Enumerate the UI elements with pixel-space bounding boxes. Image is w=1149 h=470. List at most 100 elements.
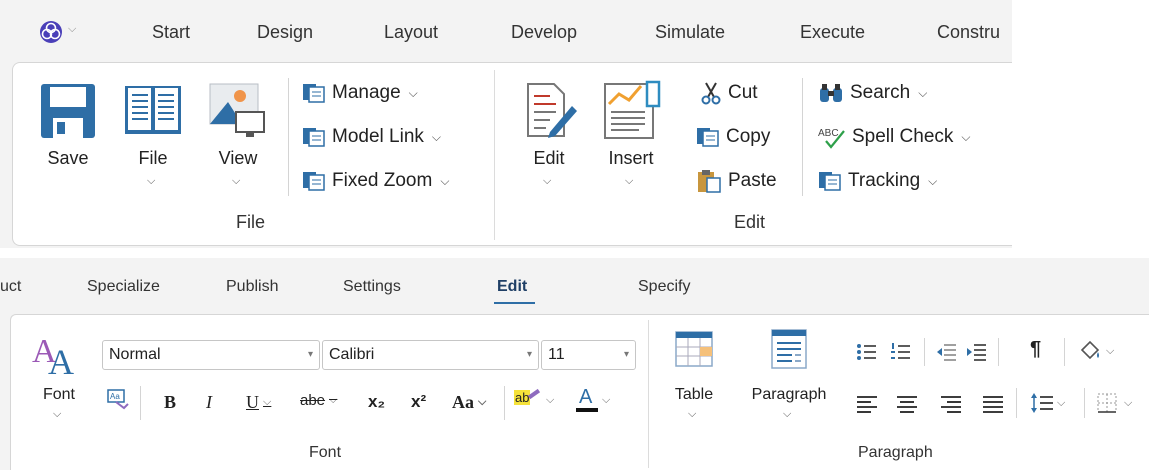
justify-button[interactable] (982, 394, 1004, 419)
line-spacing-icon (1031, 393, 1053, 413)
font-color-button[interactable]: A ⌵ (576, 386, 610, 414)
dropdown-arrow-icon: ▾ (307, 349, 313, 360)
subscript-button[interactable]: x₂ (368, 392, 385, 412)
font-button-label: Font (42, 386, 75, 403)
file-button[interactable]: File ⌵ (118, 78, 188, 188)
spell-check-button[interactable]: ABC Spell Check ⌵ (818, 122, 971, 152)
model-link-button[interactable]: Model Link ⌵ (302, 122, 441, 152)
copy-label: Copy (726, 126, 771, 147)
tab-design[interactable]: Design (257, 22, 313, 43)
tab-develop[interactable]: Develop (511, 22, 577, 43)
pilcrow-label: ¶ (1030, 338, 1042, 360)
align-center-button[interactable] (896, 394, 918, 419)
align-right-button[interactable] (940, 394, 962, 419)
font-button[interactable]: A A Font ⌵ (30, 328, 88, 432)
document-copy-icon (303, 84, 325, 103)
spell-check-label: Spell Check (852, 126, 954, 147)
fixed-zoom-button[interactable]: Fixed Zoom ⌵ (302, 166, 449, 196)
tab-simulate[interactable]: Simulate (655, 22, 725, 43)
tab-publish[interactable]: Publish (226, 278, 278, 296)
chevron-down-icon: ⌵ (478, 396, 487, 408)
chevron-down-icon: ⌵ (783, 408, 792, 420)
strikethrough-label: abe (300, 392, 326, 409)
highlighter-icon: ab (514, 388, 542, 412)
paint-bucket-icon (1080, 340, 1100, 360)
book-icon (125, 86, 181, 134)
chevron-down-icon: ⌵ (928, 173, 938, 188)
show-formatting-button[interactable]: ¶ (1030, 338, 1041, 361)
copy-button[interactable]: Copy (696, 122, 770, 152)
insert-button[interactable]: Insert ⌵ (596, 78, 666, 188)
font-dialog-button[interactable]: Aa (106, 388, 130, 410)
borders-icon (1097, 393, 1117, 413)
separator (288, 78, 289, 196)
bullet-list-icon (857, 344, 876, 360)
bullet-list-button[interactable] (856, 342, 878, 367)
bottom-ribbon: uct Specialize Publish Settings Edit Spe… (0, 258, 1149, 470)
manage-label: Manage (332, 82, 401, 103)
style-select[interactable]: Normal ▾ (102, 340, 320, 370)
separator (504, 386, 505, 420)
save-button[interactable]: Save (36, 78, 100, 178)
tab-layout[interactable]: Layout (384, 22, 438, 43)
table-button[interactable]: Table ⌵ (664, 328, 724, 432)
svg-text:A: A (48, 342, 74, 378)
tab-start[interactable]: Start (152, 22, 190, 43)
tracking-label: Tracking (848, 170, 921, 191)
spell-check-icon: ABC (818, 128, 845, 149)
paragraph-settings-icon (771, 329, 807, 369)
tab-edit-active[interactable]: Edit (497, 278, 527, 296)
tracking-button[interactable]: Tracking ⌵ (818, 166, 937, 196)
change-case-button[interactable]: Aa ⌵ (452, 392, 486, 413)
view-button[interactable]: View ⌵ (203, 78, 273, 188)
numbered-list-button[interactable] (890, 342, 912, 367)
top-ribbon: ⌵ Start Design Layout Develop Simulate E… (0, 0, 1012, 248)
table-label: Table (674, 386, 714, 403)
binoculars-icon (820, 84, 842, 102)
highlight-button[interactable]: ab ⌵ (514, 388, 554, 412)
edit-button[interactable]: Edit ⌵ (516, 78, 582, 188)
search-button[interactable]: Search ⌵ (818, 78, 927, 108)
increase-indent-button[interactable] (966, 342, 988, 367)
tab-specify[interactable]: Specify (638, 278, 690, 296)
bold-label: B (164, 392, 177, 412)
strikethrough-button[interactable]: abe ⌵ (300, 392, 337, 409)
paragraph-button[interactable]: Paragraph ⌵ (740, 328, 838, 432)
tab-execute[interactable]: Execute (800, 22, 865, 43)
decrease-indent-button[interactable] (936, 342, 958, 367)
paste-button[interactable]: Paste (696, 166, 777, 196)
increase-indent-icon (967, 344, 986, 361)
align-left-button[interactable] (856, 394, 878, 419)
font-size-select[interactable]: 11 ▾ (541, 340, 636, 370)
tab-construct-partial[interactable]: uct (0, 278, 21, 296)
cut-button[interactable]: Cut (700, 78, 758, 108)
document-copy-icon (819, 172, 841, 191)
underline-button[interactable]: U ⌵ (246, 392, 271, 413)
line-spacing-button[interactable]: ⌵ (1030, 392, 1065, 414)
scissors-icon (701, 82, 721, 105)
save-label: Save (47, 148, 89, 168)
tab-specialize[interactable]: Specialize (87, 278, 160, 296)
separator (1016, 388, 1017, 418)
svg-text:Aa: Aa (110, 392, 120, 401)
borders-button[interactable]: ⌵ (1096, 392, 1132, 414)
view-label: View (218, 148, 258, 168)
app-menu-button[interactable]: ⌵ (34, 18, 82, 48)
file-label: File (138, 148, 168, 168)
shading-button[interactable]: ⌵ (1078, 340, 1114, 362)
chevron-down-icon: ⌵ (1106, 344, 1115, 357)
bold-button[interactable]: B (164, 392, 176, 413)
change-case-label: Aa (452, 392, 474, 412)
tab-construct[interactable]: Constru (937, 22, 1000, 43)
manage-button[interactable]: Manage ⌵ (302, 78, 418, 108)
chevron-down-icon: ⌵ (543, 175, 552, 187)
tab-settings[interactable]: Settings (343, 278, 401, 296)
italic-button[interactable]: I (206, 392, 212, 413)
underline-label: U (246, 392, 259, 412)
chevron-down-icon: ⌵ (147, 175, 156, 187)
superscript-button[interactable]: x² (411, 392, 426, 412)
font-family-select[interactable]: Calibri ▾ (322, 340, 539, 370)
separator (924, 338, 925, 366)
chevron-down-icon: ⌵ (546, 393, 555, 406)
chevron-down-icon: ⌵ (232, 175, 241, 187)
